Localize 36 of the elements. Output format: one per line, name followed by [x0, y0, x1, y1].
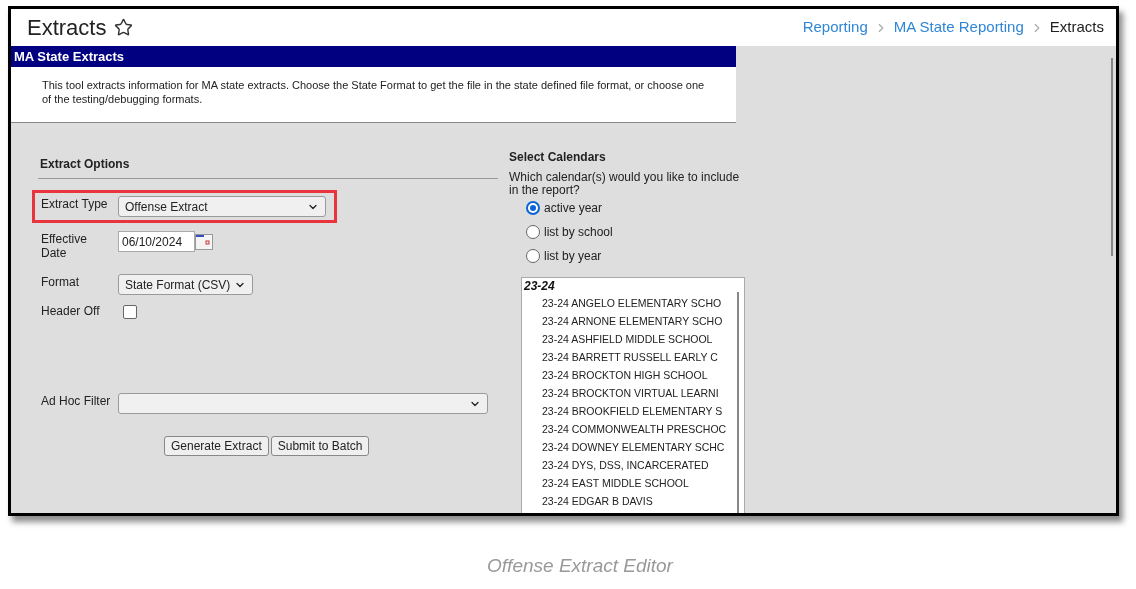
breadcrumb-link[interactable]: Extracts	[1049, 16, 1104, 39]
calendar-item[interactable]: 23-24 DYS, DSS, INCARCERATED	[522, 456, 709, 474]
field-label: Format	[41, 274, 80, 289]
calendar-item[interactable]: 23-24 EAST MIDDLE SCHOOL	[522, 474, 689, 492]
calendar-item[interactable]: 23-24 COMMONWEALTH PRESCHOC	[522, 420, 727, 438]
calendar-question: Which calendar(s) would you like to include in the report?	[509, 171, 741, 197]
calendar-item[interactable]: 23-24 BROCKTON VIRTUAL LEARNI	[522, 384, 719, 402]
action-button[interactable]: Submit to Batch	[270, 436, 370, 456]
radio-option[interactable]: list by school	[526, 223, 741, 241]
calendar-item[interactable]: 23-24 BARRETT RUSSELL EARLY C	[522, 348, 718, 366]
calendar-item[interactable]: 23-24 ANGELO ELEMENTARY SCHO	[522, 294, 722, 312]
calendar-item[interactable]: 23-24 BROCKTON HIGH SCHOOL	[522, 366, 708, 384]
radio-option[interactable]: active year	[526, 199, 741, 217]
radio-option[interactable]: list by year	[526, 247, 741, 265]
page-title: Extracts	[27, 14, 107, 42]
field-label: Extract Type	[41, 196, 109, 211]
section-heading: Select Calendars	[509, 149, 607, 166]
calendar-item[interactable]: 23-24 ASHFIELD MIDDLE SCHOOL	[522, 330, 713, 348]
field-label: Effective Date	[41, 231, 88, 260]
action-button[interactable]: Generate Extract	[164, 436, 269, 456]
breadcrumb-link[interactable]: MA State Reporting	[893, 16, 1024, 39]
dropdown-select[interactable]: State Format (CSV)	[118, 274, 253, 295]
section-heading: Extract Options	[40, 157, 130, 171]
calendar-item[interactable]: 23-24 ARNONE ELEMENTARY SCHO	[522, 312, 723, 330]
field-label: Header Off	[41, 303, 101, 318]
dropdown-select[interactable]: Offense Extract	[118, 196, 326, 217]
date-field[interactable]: 06/10/2024	[118, 231, 195, 252]
calendar-item[interactable]: 23-24 DOWNEY ELEMENTARY SCHC	[522, 438, 725, 456]
field-label: Ad Hoc Filter	[41, 393, 112, 408]
calendar-item[interactable]: 23-24 EDGAR B DAVIS	[522, 492, 653, 510]
panel-header: MA State Extracts	[11, 46, 736, 67]
list-group: 23-24	[522, 278, 744, 294]
breadcrumb-link[interactable]: Reporting	[802, 16, 868, 39]
calendar-item[interactable]: 23-24 BROOKFIELD ELEMENTARY S	[522, 402, 723, 420]
panel-description: This tool extracts information for MA state extracts. Choose the State Format to get the file in the state defined file format, or choose one of the testing/debugging formats.	[42, 78, 706, 106]
image-caption: Offense Extract Editor	[487, 554, 673, 578]
